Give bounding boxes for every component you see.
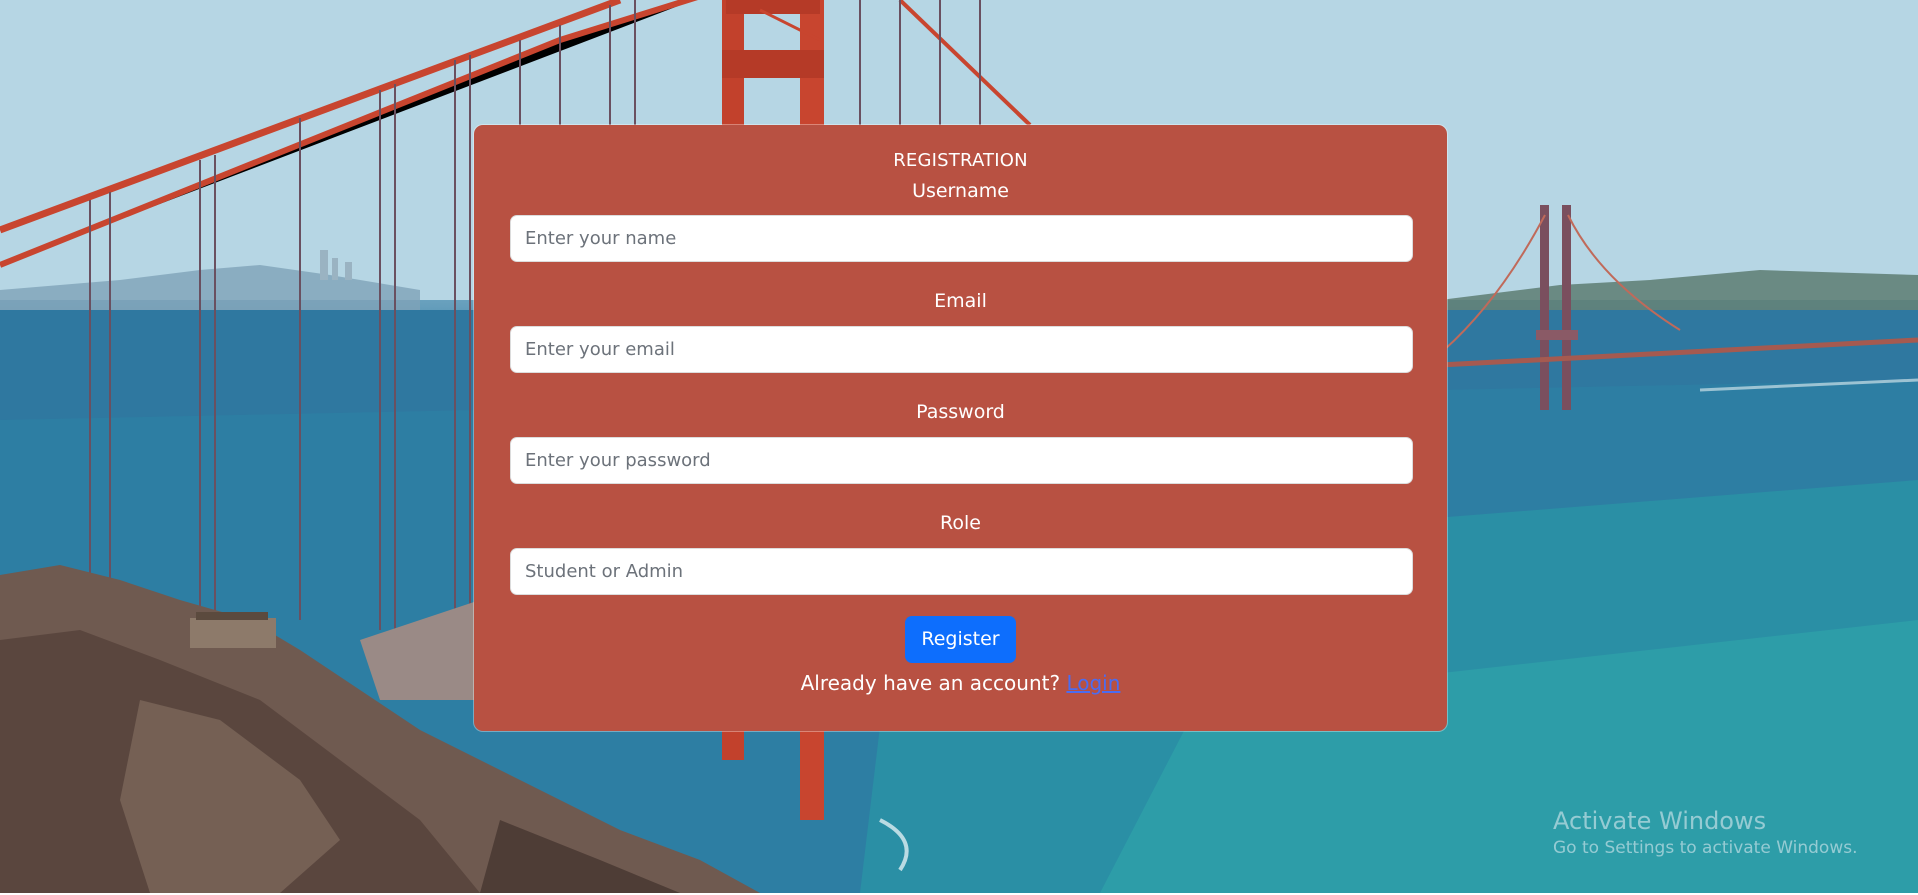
email-label: Email bbox=[934, 290, 987, 312]
form-title: REGISTRATION bbox=[893, 150, 1028, 171]
activate-windows-watermark: Activate Windows Go to Settings to activ… bbox=[1553, 806, 1858, 860]
watermark-title: Activate Windows bbox=[1553, 807, 1767, 835]
login-prompt-text: Already have an account? bbox=[800, 671, 1061, 695]
username-input[interactable] bbox=[510, 215, 1413, 262]
login-prompt: Already have an account? Login bbox=[510, 671, 1411, 695]
role-input[interactable] bbox=[510, 548, 1413, 595]
username-label: Username bbox=[912, 180, 1009, 202]
password-label: Password bbox=[916, 401, 1005, 423]
login-link[interactable]: Login bbox=[1066, 671, 1120, 695]
password-input[interactable] bbox=[510, 437, 1413, 484]
watermark-subtitle: Go to Settings to activate Windows. bbox=[1553, 838, 1858, 858]
registration-card: REGISTRATION Username Email Password Rol… bbox=[474, 125, 1447, 731]
role-label: Role bbox=[940, 512, 981, 534]
register-button[interactable]: Register bbox=[905, 616, 1016, 663]
email-input[interactable] bbox=[510, 326, 1413, 373]
